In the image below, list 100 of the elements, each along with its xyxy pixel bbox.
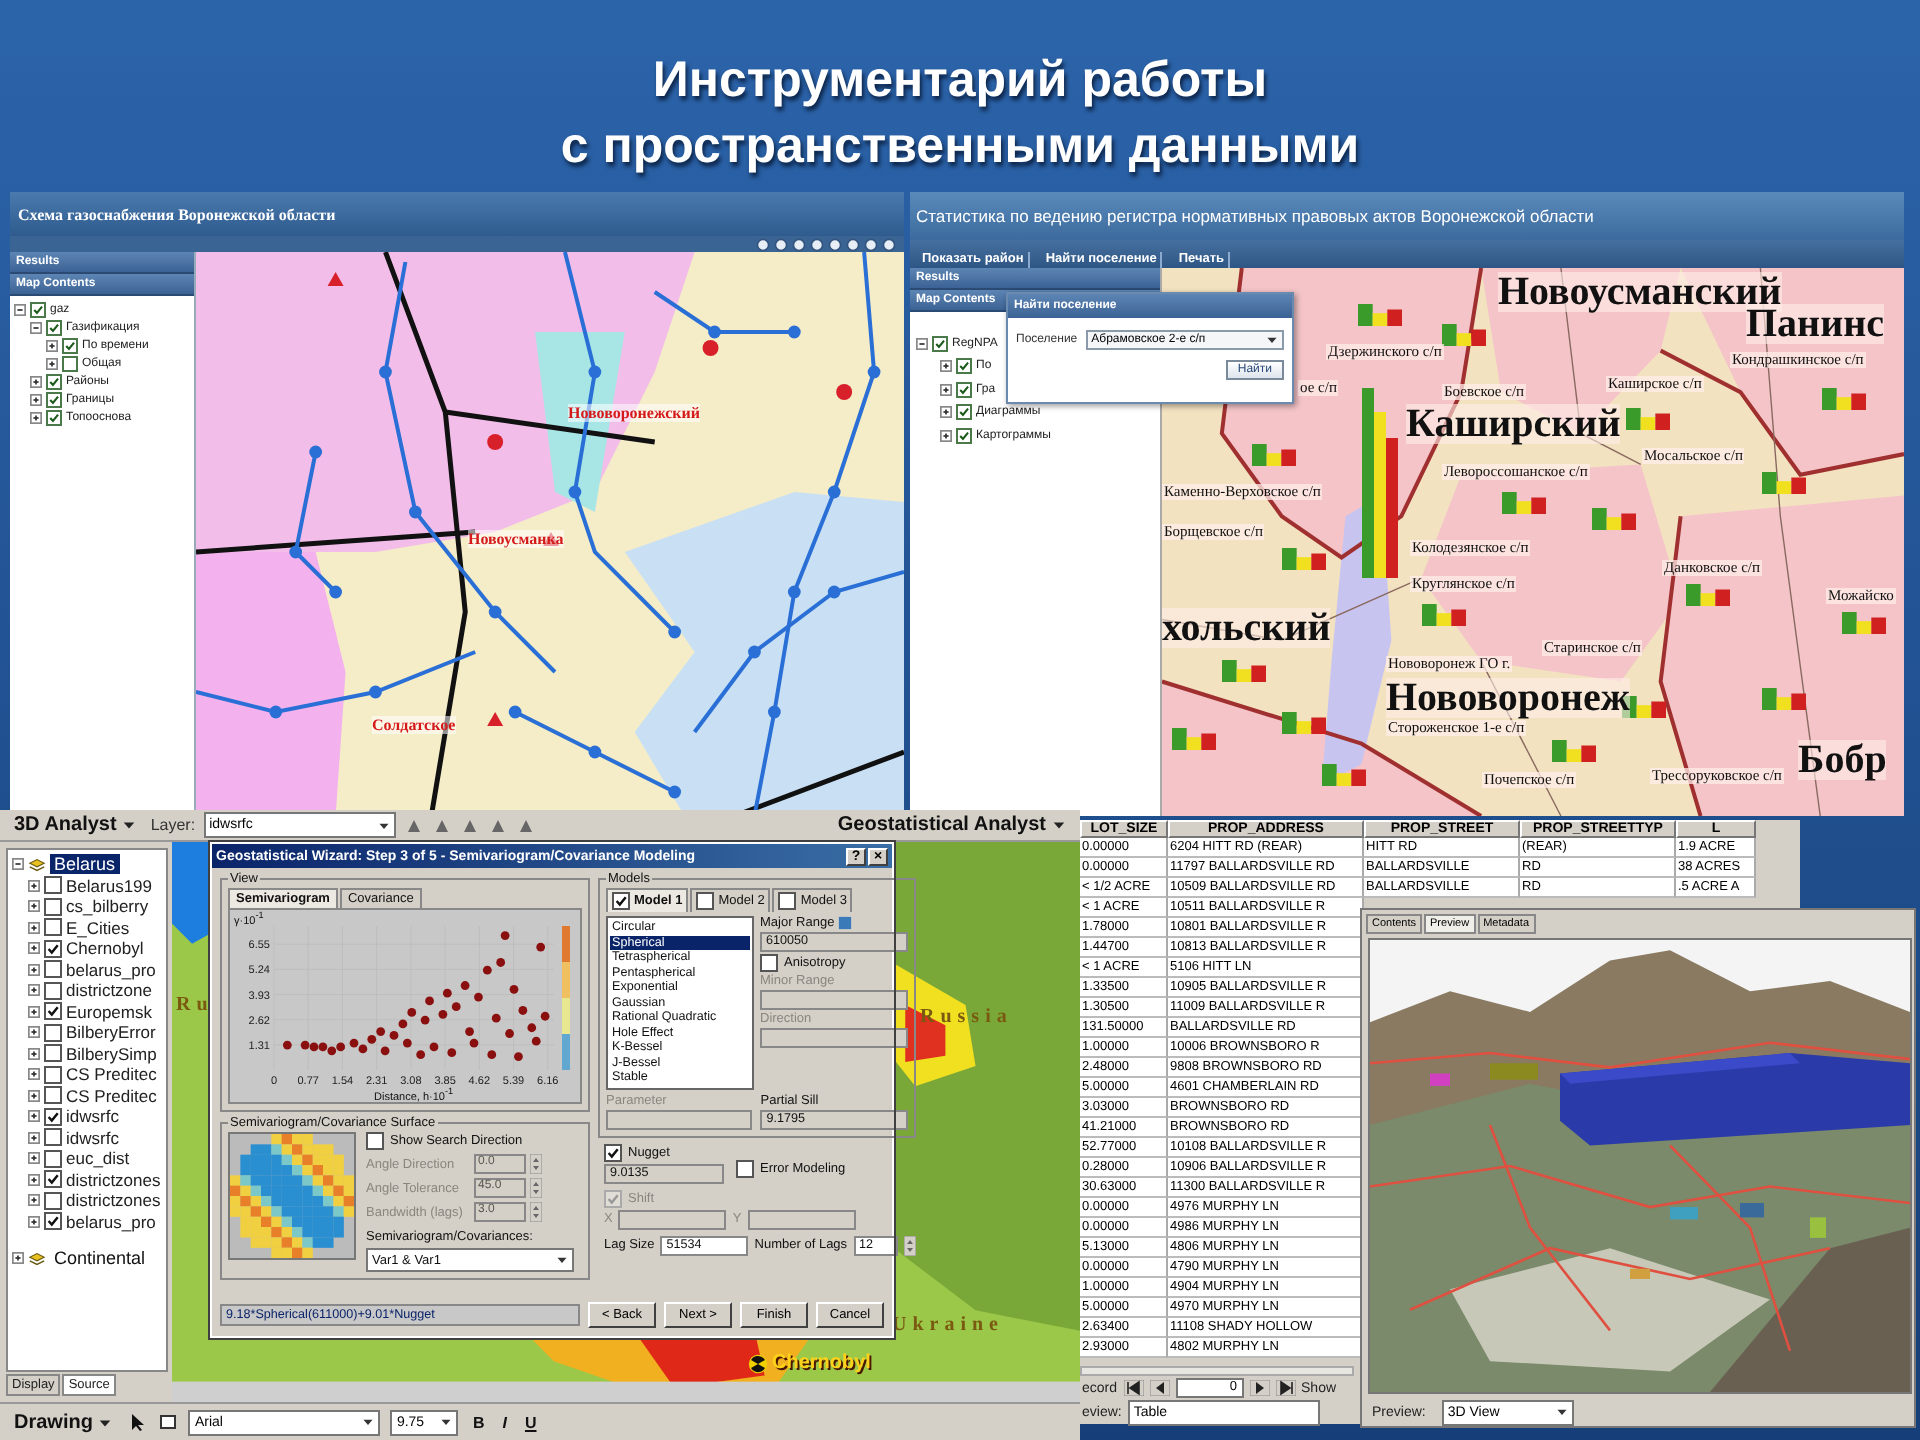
dropdown-arrow-icon[interactable] — [1555, 1406, 1568, 1418]
expand-icon[interactable] — [28, 984, 40, 997]
checkbox[interactable] — [956, 404, 972, 421]
layer-label[interactable]: Belarus199 — [66, 875, 153, 896]
expand-icon[interactable] — [28, 1110, 40, 1123]
dropdown-arrow-icon[interactable] — [362, 1416, 375, 1428]
previous-record-icon[interactable] — [1149, 1380, 1170, 1396]
expand-icon[interactable] — [28, 1005, 40, 1018]
text-style-button[interactable]: B — [468, 1413, 489, 1431]
checkbox[interactable] — [46, 392, 62, 408]
expand-icon[interactable] — [46, 340, 58, 352]
checkbox[interactable] — [932, 335, 948, 352]
number-field[interactable] — [606, 1109, 753, 1129]
checkbox[interactable] — [956, 427, 972, 444]
checkbox[interactable] — [30, 302, 46, 318]
checkbox[interactable] — [44, 1044, 62, 1063]
expand-icon[interactable] — [28, 900, 40, 913]
expand-icon[interactable] — [940, 383, 952, 396]
checkbox[interactable] — [44, 1149, 62, 1168]
layer-label[interactable]: CS Preditec — [66, 1064, 157, 1085]
checkbox[interactable] — [44, 1086, 62, 1105]
expand-icon[interactable] — [28, 1026, 40, 1039]
checkbox[interactable] — [44, 1191, 62, 1210]
rectangle-icon[interactable] — [158, 1412, 179, 1432]
expand-icon[interactable] — [940, 429, 952, 442]
analyst-menu[interactable]: 3D Analyst — [8, 814, 143, 836]
expand-icon[interactable] — [46, 358, 58, 370]
pointer-icon[interactable] — [128, 1412, 149, 1432]
expand-icon[interactable] — [28, 1194, 40, 1207]
collapse-icon[interactable] — [14, 304, 26, 316]
checkbox[interactable] — [46, 320, 62, 336]
collapse-icon[interactable] — [12, 858, 24, 871]
text-style-button[interactable]: U — [520, 1413, 541, 1431]
dropdown-arrow-icon[interactable] — [440, 1416, 453, 1428]
geostatistical-menu[interactable]: Geostatistical Analyst — [831, 814, 1072, 836]
layer-label[interactable]: BilberySimp — [66, 1043, 157, 1064]
layer-label[interactable]: idwsrfc — [66, 1106, 119, 1127]
expand-icon[interactable] — [28, 879, 40, 892]
checkbox[interactable] — [44, 960, 62, 979]
expand-icon[interactable] — [940, 406, 952, 419]
checkbox[interactable] — [44, 1128, 62, 1147]
data-frame-label[interactable]: Belarus — [50, 854, 120, 875]
checkbox[interactable] — [44, 918, 62, 937]
checkbox[interactable] — [44, 981, 62, 1000]
checkbox[interactable] — [44, 939, 62, 958]
expand-icon[interactable] — [28, 1089, 40, 1102]
text-style-button[interactable]: I — [498, 1413, 511, 1431]
layer-label[interactable]: districtzones — [66, 1169, 161, 1190]
expand-icon[interactable] — [28, 1047, 40, 1060]
drawing-menu[interactable]: Drawing — [8, 1411, 119, 1433]
checkbox[interactable] — [736, 1159, 754, 1177]
dropdown-arrow-icon[interactable] — [1266, 334, 1278, 346]
number-field[interactable] — [747, 1209, 856, 1229]
next-record-icon[interactable] — [1249, 1380, 1270, 1396]
expand-icon[interactable] — [28, 921, 40, 934]
checkbox[interactable] — [44, 897, 62, 916]
layer-label[interactable]: belarus_pro — [66, 959, 156, 980]
checkbox[interactable] — [696, 892, 715, 910]
checkbox[interactable] — [956, 358, 972, 375]
checkbox[interactable] — [44, 876, 62, 895]
expand-icon[interactable] — [28, 1173, 40, 1186]
layer-label[interactable]: districtzone — [66, 980, 152, 1001]
checkbox[interactable] — [760, 954, 778, 972]
expand-icon[interactable] — [28, 1215, 40, 1228]
spinner-icon[interactable] — [530, 1178, 542, 1198]
checkbox[interactable] — [46, 410, 62, 426]
checkbox[interactable] — [62, 356, 78, 372]
number-field[interactable] — [618, 1209, 727, 1229]
caret-icon[interactable] — [98, 1415, 113, 1429]
checkbox[interactable] — [46, 374, 62, 390]
layer-label[interactable]: BilberyError — [66, 1022, 156, 1043]
layer-label[interactable]: cs_bilberry — [66, 896, 149, 917]
expand-icon[interactable] — [12, 1252, 24, 1265]
layer-label[interactable]: districtzones — [66, 1190, 161, 1211]
expand-icon[interactable] — [30, 412, 42, 424]
expand-icon[interactable] — [28, 1152, 40, 1165]
data-frame-label[interactable]: Continental — [50, 1248, 150, 1269]
collapse-icon[interactable] — [916, 337, 928, 350]
layer-label[interactable]: euc_dist — [66, 1148, 130, 1169]
spinner-icon[interactable] — [530, 1202, 542, 1222]
expand-icon[interactable] — [28, 1131, 40, 1144]
last-record-icon[interactable] — [1275, 1380, 1296, 1396]
checkbox[interactable] — [44, 1170, 62, 1189]
scrollbar[interactable] — [1080, 1366, 1354, 1376]
expand-icon[interactable] — [28, 942, 40, 955]
expand-icon[interactable] — [940, 360, 952, 373]
layer-label[interactable]: belarus_pro — [66, 1211, 156, 1232]
checkbox[interactable] — [44, 1065, 62, 1084]
checkbox[interactable] — [62, 338, 78, 354]
option-icon[interactable] — [838, 916, 853, 930]
expand-icon[interactable] — [28, 963, 40, 976]
layer-label[interactable]: idwsrfc — [66, 1127, 119, 1148]
expand-icon[interactable] — [30, 394, 42, 406]
first-record-icon[interactable] — [1123, 1380, 1144, 1396]
dropdown-arrow-icon[interactable] — [377, 819, 390, 831]
checkbox[interactable] — [44, 1002, 62, 1021]
checkbox[interactable] — [612, 892, 630, 910]
number-field[interactable] — [760, 1028, 908, 1048]
layer-label[interactable]: Chernobyl — [66, 938, 144, 959]
checkbox[interactable] — [44, 1023, 62, 1042]
